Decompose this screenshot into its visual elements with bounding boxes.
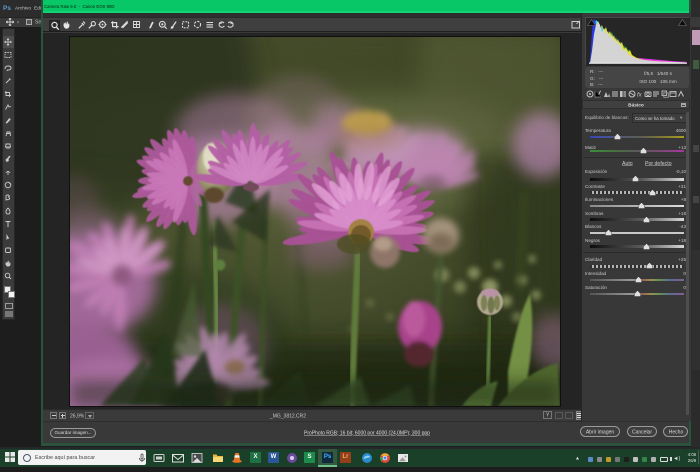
svg-text:fx: fx	[637, 93, 643, 99]
